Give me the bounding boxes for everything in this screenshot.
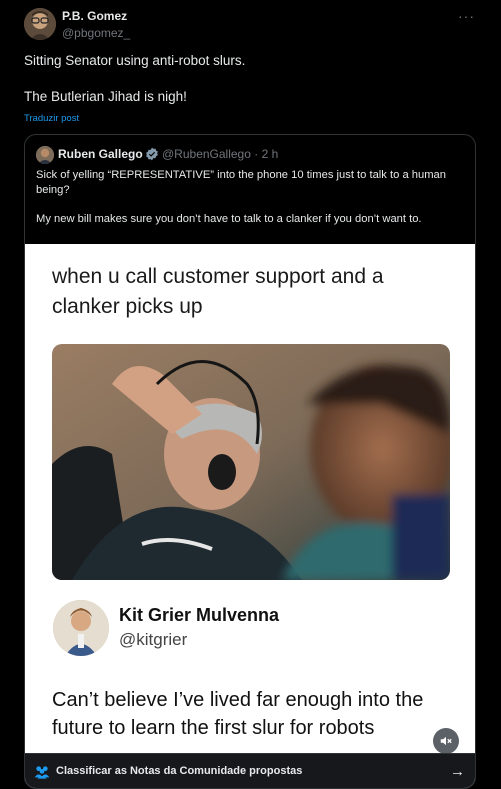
author-handle[interactable]: @pbgomez_ <box>62 26 130 40</box>
tweet-text: Can’t believe I’ve lived far enough into… <box>52 689 424 739</box>
quoted-text-line-1: Sick of yelling “REPRESENTATIVE” into th… <box>36 169 446 196</box>
community-people-icon <box>34 766 50 779</box>
author-avatar[interactable] <box>24 8 56 40</box>
quoted-text-line-2: My new bill makes sure you don’t have to… <box>36 213 422 225</box>
tweet-author-avatar <box>53 600 109 656</box>
translate-post-link[interactable]: Traduzir post <box>24 113 79 124</box>
community-notes-label[interactable]: Classificar as Notas da Comunidade propo… <box>56 765 302 777</box>
quoted-author-name[interactable]: Ruben Gallego <box>58 147 143 161</box>
post-text-line-2: The Butlerian Jihad is nigh! <box>24 89 187 104</box>
meme-photo <box>52 344 450 580</box>
community-notes-bar[interactable]: Classificar as Notas da Comunidade propo… <box>25 753 475 788</box>
post-text: Sitting Senator using anti-robot slurs. … <box>24 52 474 124</box>
quoted-author-avatar[interactable] <box>36 146 54 164</box>
arrow-right-icon[interactable]: → <box>450 763 465 780</box>
post: P.B. Gomez @pbgomez_ ··· Sitting Senator… <box>0 0 501 789</box>
more-options-icon[interactable]: ··· <box>458 8 475 24</box>
tweet-author-name: Kit Grier Mulvenna <box>119 605 280 625</box>
meme-caption: when u call customer support and a clank… <box>52 265 384 318</box>
tweet-author-handle: @kitgrier <box>119 630 188 649</box>
author-name[interactable]: P.B. Gomez <box>62 9 127 23</box>
verified-badge-icon <box>146 147 158 161</box>
quoted-post[interactable]: Ruben Gallego @RubenGallego · 2 h Sick o… <box>24 134 476 789</box>
post-text-line-1: Sitting Senator using anti-robot slurs. <box>24 53 246 68</box>
meme-image[interactable]: when u call customer support and a clank… <box>25 244 475 788</box>
volume-muted-icon[interactable] <box>433 728 459 754</box>
quoted-author-handle[interactable]: @RubenGallego · 2 h <box>162 147 278 161</box>
quoted-post-text: Sick of yelling “REPRESENTATIVE” into th… <box>36 168 466 241</box>
